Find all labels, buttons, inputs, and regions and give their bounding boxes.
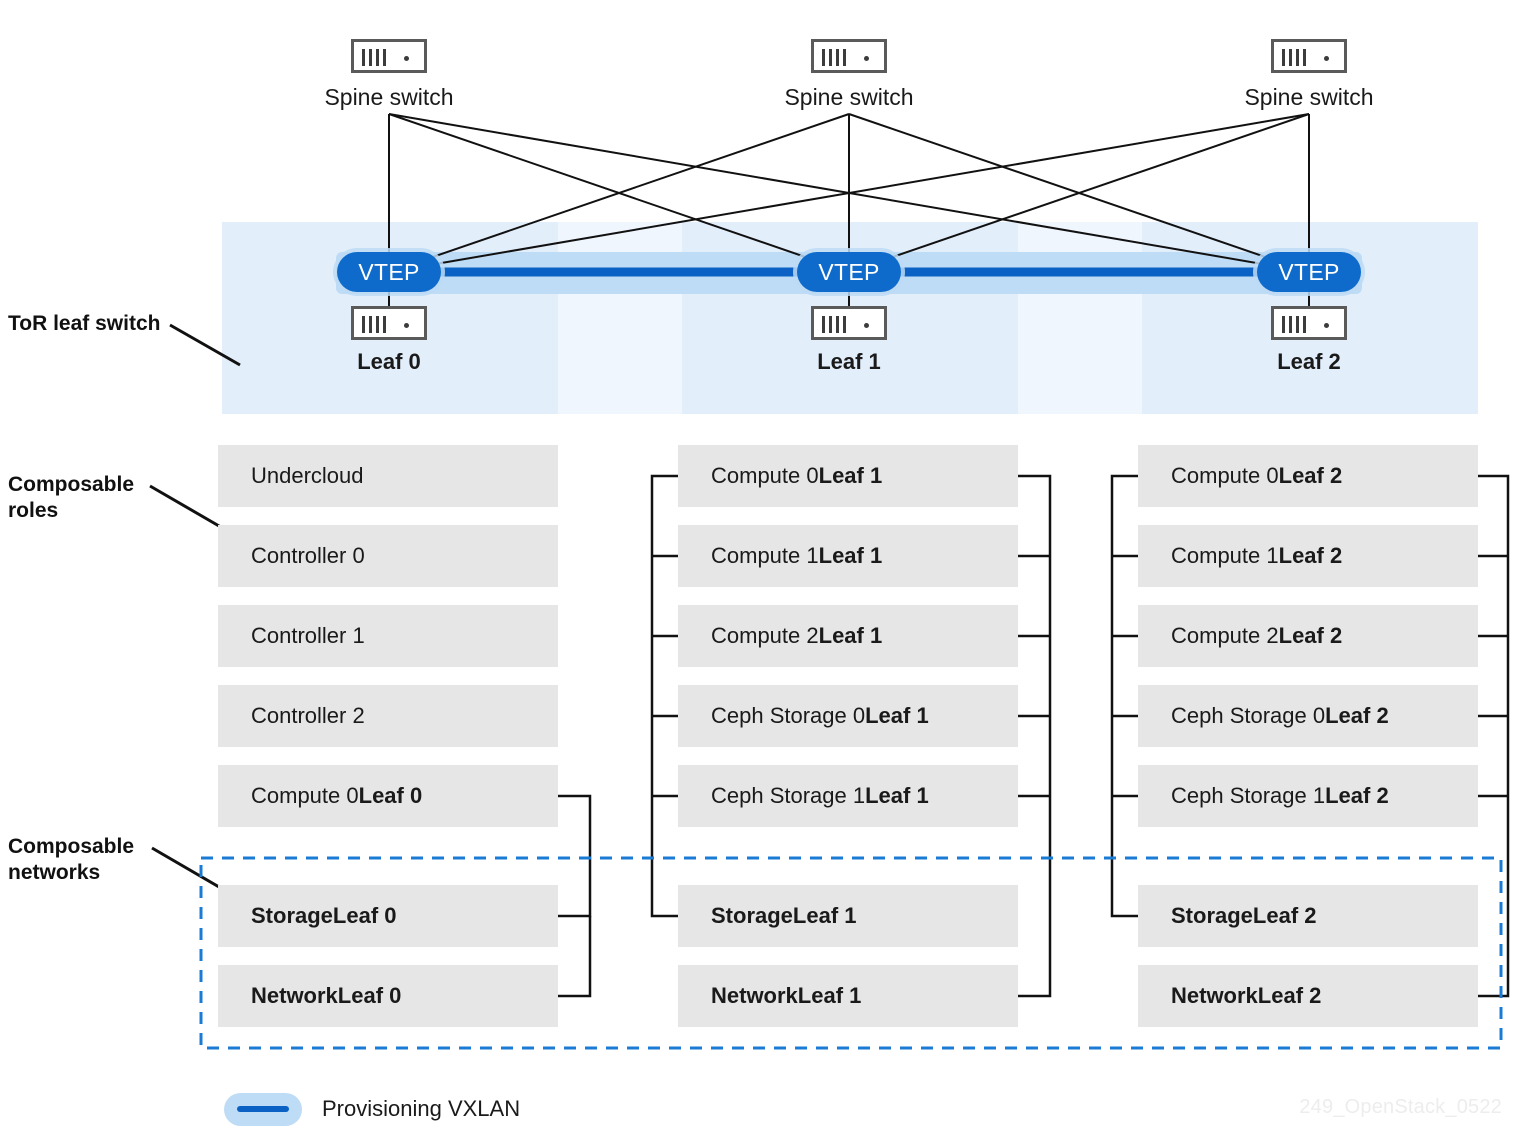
bracket-leaf2-right	[1478, 474, 1510, 998]
annotation-tor-leaf-switch: ToR leaf switch	[8, 312, 161, 335]
leaf-switch-icon-0	[351, 306, 427, 340]
node-box[interactable]: Ceph Storage 1 Leaf 2	[1138, 765, 1478, 827]
vtep-leaf2[interactable]: VTEP	[1257, 252, 1361, 292]
bracket-leaf1-right	[1018, 474, 1052, 998]
switch-port-bars	[822, 316, 846, 333]
switch-port-bars	[362, 316, 386, 333]
bracket-leaf0-right	[558, 794, 592, 998]
leaf-switch-label-1: Leaf 1	[817, 349, 881, 374]
network-label: NetworkLeaf 1	[711, 983, 862, 1008]
switch-led-dot	[864, 56, 869, 61]
network-box[interactable]: NetworkLeaf 1	[678, 965, 1018, 1027]
node-leaf-tag: Leaf 2	[1325, 703, 1389, 728]
switch-led-dot	[1324, 323, 1329, 328]
node-label: Ceph Storage 0	[711, 703, 866, 728]
node-box[interactable]: Compute 0 Leaf 1	[678, 445, 1018, 507]
vtep-leaf0[interactable]: VTEP	[337, 252, 441, 292]
bracket-leaf1-left	[650, 474, 678, 918]
node-label: Ceph Storage 1	[711, 783, 866, 808]
switch-led-dot	[864, 323, 869, 328]
node-label: Controller 0	[251, 543, 365, 568]
node-leaf-tag: Leaf 2	[1278, 463, 1343, 488]
network-label: NetworkLeaf 0	[251, 983, 402, 1008]
node-box[interactable]: Compute 0 Leaf 2	[1138, 445, 1478, 507]
spine-switch-label-2: Spine switch	[1244, 84, 1374, 110]
network-label: StorageLeaf 0	[251, 903, 397, 928]
node-label: Controller 1	[251, 623, 365, 648]
node-leaf-tag: Leaf 1	[818, 623, 883, 648]
switch-port-bars	[362, 49, 386, 66]
switch-led-dot	[1324, 56, 1329, 61]
network-box[interactable]: StorageLeaf 1	[678, 885, 1018, 947]
network-label: StorageLeaf 2	[1171, 903, 1317, 928]
node-box[interactable]: Ceph Storage 0 Leaf 2	[1138, 685, 1478, 747]
leaf-switch-icon-2	[1271, 306, 1347, 340]
node-box[interactable]: Controller 2	[218, 685, 558, 747]
spine-switch-label-1: Spine switch	[784, 84, 914, 110]
node-leaf-tag: Leaf 2	[1278, 623, 1343, 648]
switch-port-bars	[822, 49, 846, 66]
annotation-composable-networks: Composable networks	[8, 835, 135, 884]
watermark-text: 249_OpenStack_0522	[1299, 1096, 1502, 1118]
node-leaf-tag: Leaf 1	[818, 543, 883, 568]
node-box[interactable]: Compute 0 Leaf 0	[218, 765, 558, 827]
node-leaf-tag: Leaf 2	[1278, 543, 1343, 568]
vtep-leaf1[interactable]: VTEP	[797, 252, 901, 292]
network-box[interactable]: NetworkLeaf 0	[218, 965, 558, 1027]
node-label: Controller 2	[251, 703, 365, 728]
node-label: Compute 2	[711, 623, 819, 648]
node-label: Undercloud	[251, 463, 364, 488]
network-label: NetworkLeaf 2	[1171, 983, 1322, 1008]
node-leaf-tag: Leaf 1	[818, 463, 883, 488]
node-leaf-tag: Leaf 0	[358, 783, 423, 808]
spine-leaf-mesh	[388, 113, 1310, 273]
node-label: Compute 1	[1171, 543, 1279, 568]
node-label: Compute 1	[711, 543, 819, 568]
leaf-switch-icon-1	[811, 306, 887, 340]
network-box[interactable]: StorageLeaf 2	[1138, 885, 1478, 947]
legend-line-icon	[237, 1106, 289, 1112]
switch-port-bars	[1282, 49, 1306, 66]
node-box[interactable]: Compute 2 Leaf 2	[1138, 605, 1478, 667]
switch-led-dot	[404, 56, 409, 61]
node-box[interactable]: Ceph Storage 1 Leaf 1	[678, 765, 1018, 827]
bracket-leaf2-left	[1110, 474, 1138, 918]
node-label: Compute 0	[711, 463, 819, 488]
node-box[interactable]: Controller 0	[218, 525, 558, 587]
node-leaf-tag: Leaf 2	[1325, 783, 1389, 808]
node-label: Ceph Storage 0	[1171, 703, 1326, 728]
node-label: Ceph Storage 1	[1171, 783, 1326, 808]
network-box[interactable]: StorageLeaf 0	[218, 885, 558, 947]
annotation-composable-roles: Composable roles	[8, 473, 135, 522]
node-label: Compute 0	[251, 783, 359, 808]
spine-switch-label-0: Spine switch	[324, 84, 454, 110]
node-box[interactable]: Compute 2 Leaf 1	[678, 605, 1018, 667]
spine-switch-icon-2	[1271, 39, 1347, 73]
legend-swatch-provisioning-vxlan	[224, 1093, 302, 1126]
leaf-switch-label-0: Leaf 0	[357, 349, 421, 374]
node-box[interactable]: Controller 1	[218, 605, 558, 667]
spine-switch-icon-0	[351, 39, 427, 73]
node-leaf-tag: Leaf 1	[865, 703, 929, 728]
node-box[interactable]: Ceph Storage 0 Leaf 1	[678, 685, 1018, 747]
node-box[interactable]: Compute 1 Leaf 1	[678, 525, 1018, 587]
node-leaf-tag: Leaf 1	[865, 783, 929, 808]
switch-led-dot	[404, 323, 409, 328]
switch-port-bars	[1282, 316, 1306, 333]
leaf-switch-label-2: Leaf 2	[1277, 349, 1341, 374]
diagram-canvas: Spine switch Spine switch Spine switch V…	[0, 0, 1520, 1140]
node-box[interactable]: Undercloud	[218, 445, 558, 507]
node-label: Compute 0	[1171, 463, 1279, 488]
legend-label-provisioning-vxlan: Provisioning VXLAN	[322, 1096, 521, 1121]
network-box[interactable]: NetworkLeaf 2	[1138, 965, 1478, 1027]
network-label: StorageLeaf 1	[711, 903, 857, 928]
spine-switch-icon-1	[811, 39, 887, 73]
node-box[interactable]: Compute 1 Leaf 2	[1138, 525, 1478, 587]
node-label: Compute 2	[1171, 623, 1279, 648]
